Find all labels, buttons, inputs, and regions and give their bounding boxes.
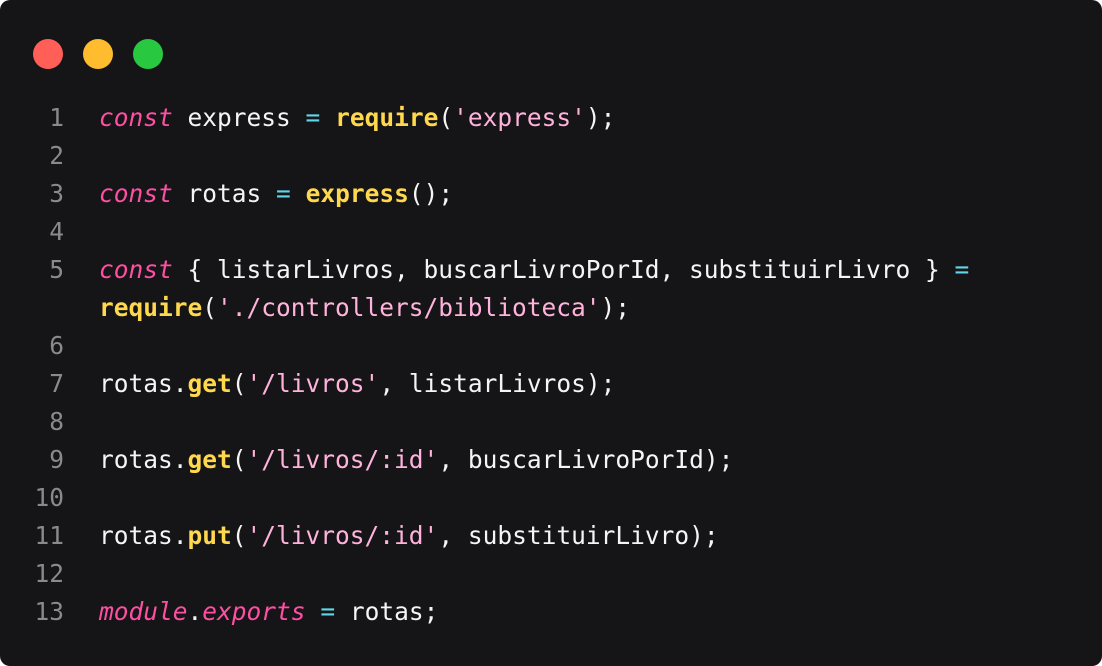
line-number: 5: [49, 255, 64, 284]
code-token: module: [99, 597, 188, 626]
line-source: require('./controllers/biblioteca');: [99, 289, 630, 327]
code-token: rotas;: [335, 597, 439, 626]
code-token: (: [231, 369, 247, 398]
code-line: 9 rotas.get('/livros/:id', buscarLivroPor…: [0, 441, 1102, 479]
code-token: (: [231, 445, 247, 474]
line-number: 10: [34, 483, 64, 512]
code-token: require: [335, 103, 439, 132]
line-number: 3: [49, 179, 64, 208]
code-token: =: [276, 179, 291, 208]
line-number: 4: [49, 217, 64, 246]
code-token: exports: [202, 597, 306, 626]
code-token: );: [600, 293, 631, 322]
line-number: 7: [49, 369, 64, 398]
line-number: 13: [34, 597, 64, 626]
line-number: 8: [49, 407, 64, 436]
code-token: (: [231, 521, 247, 550]
code-token: , buscarLivroPorId);: [438, 445, 734, 474]
code-token: (: [202, 293, 218, 322]
code-token: '/livros/:id': [246, 445, 439, 474]
code-line: 13 module.exports = rotas;: [0, 593, 1102, 631]
code-line: 7 rotas.get('/livros', listarLivros);: [0, 365, 1102, 403]
code-token: 'express': [453, 103, 586, 132]
code-token: .: [187, 597, 203, 626]
line-number: 9: [49, 445, 64, 474]
line-source: const rotas = express();: [99, 175, 453, 213]
close-dot-icon[interactable]: [33, 39, 63, 69]
line-source: rotas.get('/livros/:id', buscarLivroPorI…: [99, 441, 733, 479]
line-source: rotas.put('/livros/:id', substituirLivro…: [99, 517, 719, 555]
code-token: const: [99, 179, 173, 208]
code-block: 1 const express = require('express'); 2 3 co…: [0, 99, 1102, 631]
code-token: =: [305, 103, 321, 132]
code-token: const: [99, 103, 173, 132]
code-line: require('./controllers/biblioteca');: [0, 289, 1102, 327]
code-token: const: [99, 255, 173, 284]
line-source: rotas.get('/livros', listarLivros);: [99, 365, 615, 403]
code-line: 6: [0, 327, 1102, 365]
code-token: { listarLivros, buscarLivroPorId, substi…: [172, 255, 955, 284]
code-token: rotas.: [99, 445, 188, 474]
code-token: , substituirLivro);: [438, 521, 719, 550]
code-token: rotas.: [99, 369, 188, 398]
line-number: 11: [34, 521, 64, 550]
line-number: 12: [34, 559, 64, 588]
code-line: 12: [0, 555, 1102, 593]
code-token: '/livros': [246, 369, 380, 398]
maximize-dot-icon[interactable]: [133, 39, 163, 69]
code-token: '/livros/:id': [246, 521, 439, 550]
code-line: 8: [0, 403, 1102, 441]
code-line: 5 const { listarLivros, buscarLivroPorId,…: [0, 251, 1102, 289]
code-line: 1 const express = require('express');: [0, 99, 1102, 137]
code-token: express: [305, 179, 409, 208]
code-token: put: [187, 521, 232, 550]
code-token: get: [187, 369, 232, 398]
line-number: 1: [49, 103, 64, 132]
line-number: 2: [49, 141, 64, 170]
line-source: const { listarLivros, buscarLivroPorId, …: [99, 251, 969, 289]
code-token: =: [320, 597, 336, 626]
minimize-dot-icon[interactable]: [83, 39, 113, 69]
code-token: './controllers/biblioteca': [217, 293, 601, 322]
code-token: , listarLivros);: [379, 369, 616, 398]
code-window: 1 const express = require('express'); 2 3 co…: [0, 0, 1102, 666]
line-number: 6: [49, 331, 64, 360]
code-line: 2: [0, 137, 1102, 175]
code-line: 11 rotas.put('/livros/:id', substituirLiv…: [0, 517, 1102, 555]
code-line: 3 const rotas = express();: [0, 175, 1102, 213]
code-token: rotas.: [99, 521, 188, 550]
code-token: (: [438, 103, 454, 132]
code-line: 10: [0, 479, 1102, 517]
code-token: express: [172, 103, 306, 132]
code-line: 4: [0, 213, 1102, 251]
code-token: get: [187, 445, 232, 474]
code-token: require: [99, 293, 203, 322]
line-source: module.exports = rotas;: [99, 593, 438, 631]
code-token: rotas: [172, 179, 277, 208]
code-token: );: [585, 103, 616, 132]
code-token: =: [954, 255, 970, 284]
code-token: ();: [408, 179, 454, 208]
line-source: const express = require('express');: [99, 99, 615, 137]
